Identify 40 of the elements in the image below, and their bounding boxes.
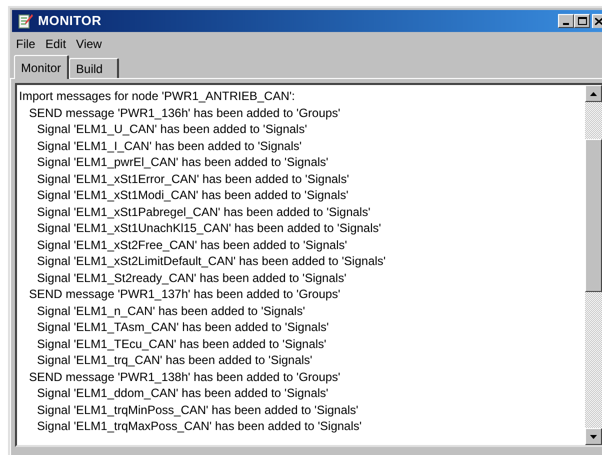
log-line: Signal 'ELM1_xSt1Modi_CAN' has been added to 'Signals' bbox=[36, 187, 350, 204]
maximize-icon bbox=[578, 17, 586, 25]
log-line: Signal 'ELM1_TEcu_CAN' has been added to 'Signals' bbox=[36, 336, 328, 352]
log-line: Signal 'ELM1_xSt2Free_CAN' has been added to 'Signals' bbox=[36, 236, 348, 253]
tab[interactable]: Monitor bbox=[14, 55, 70, 79]
minimize-button[interactable] bbox=[558, 14, 574, 28]
up-arrow-icon bbox=[590, 92, 597, 96]
scroll-down-button[interactable] bbox=[585, 428, 602, 445]
log-line: Signal 'ELM1_xSt1Error_CAN' has been added to 'Signals' bbox=[36, 170, 350, 187]
log-line: Signal 'ELM1_I_CAN' has been added to 'Signals' bbox=[36, 138, 303, 154]
log-line: SEND message 'PWR1_138h' has been added to 'Groups' bbox=[28, 368, 342, 385]
log-line: Signal 'ELM1_St2ready_CAN' has been added to 'Signals' bbox=[36, 270, 348, 286]
notepad-pencil-icon bbox=[16, 12, 34, 30]
menu-item[interactable]: File bbox=[16, 35, 36, 53]
log-line: Signal 'ELM1_xSt2LimitDefault_CAN' has been added to 'Signals' bbox=[36, 253, 387, 270]
window-title: MONITOR bbox=[38, 12, 102, 30]
tab[interactable]: Build bbox=[69, 58, 120, 78]
close-button[interactable] bbox=[592, 14, 602, 28]
log-line: Signal 'ELM1_ddom_CAN' has been added to 'Signals' bbox=[36, 385, 330, 402]
log-line: Signal 'ELM1_trqMinPoss_CAN' has been added to 'Signals' bbox=[36, 402, 360, 418]
log-line: Import messages for node 'PWR1_ANTRIEB_CAN': bbox=[19, 88, 296, 104]
log-line: SEND message 'PWR1_136h' has been added to 'Groups' bbox=[28, 104, 342, 121]
log-line: Signal 'ELM1_n_CAN' has been added to 'Signals' bbox=[36, 302, 306, 319]
close-icon bbox=[595, 18, 602, 25]
vertical-scrollbar[interactable] bbox=[585, 85, 602, 445]
log-line: SEND message 'PWR1_137h' has been added to 'Groups' bbox=[28, 286, 342, 302]
minimize-icon bbox=[563, 23, 569, 25]
log-line: Signal 'ELM1_trq_CAN' has been added to 'Signals' bbox=[36, 352, 314, 368]
log-line: Signal 'ELM1_U_CAN' has been added to 'Signals' bbox=[36, 121, 308, 138]
maximize-button[interactable] bbox=[574, 14, 590, 28]
log-line: Signal 'ELM1_xSt1Pabregel_CAN' has been added to 'Signals' bbox=[36, 204, 372, 220]
log-line: Signal 'ELM1_TAsm_CAN' has been added to 'Signals' bbox=[36, 319, 330, 336]
scrollbar-thumb[interactable] bbox=[585, 139, 602, 292]
menu-item[interactable]: Edit bbox=[45, 35, 66, 53]
scroll-up-button[interactable] bbox=[585, 85, 602, 102]
menu-item[interactable]: View bbox=[76, 35, 102, 53]
down-arrow-icon bbox=[590, 434, 597, 438]
log-line: Signal 'ELM1_trqMaxPoss_CAN' has been added to 'Signals' bbox=[36, 418, 363, 434]
log-line: Signal 'ELM1_pwrEl_CAN' has been added to 'Signals' bbox=[36, 154, 330, 170]
log-line: Signal 'ELM1_xSt1UnachKl15_CAN' has been added to 'Signals' bbox=[36, 220, 382, 236]
